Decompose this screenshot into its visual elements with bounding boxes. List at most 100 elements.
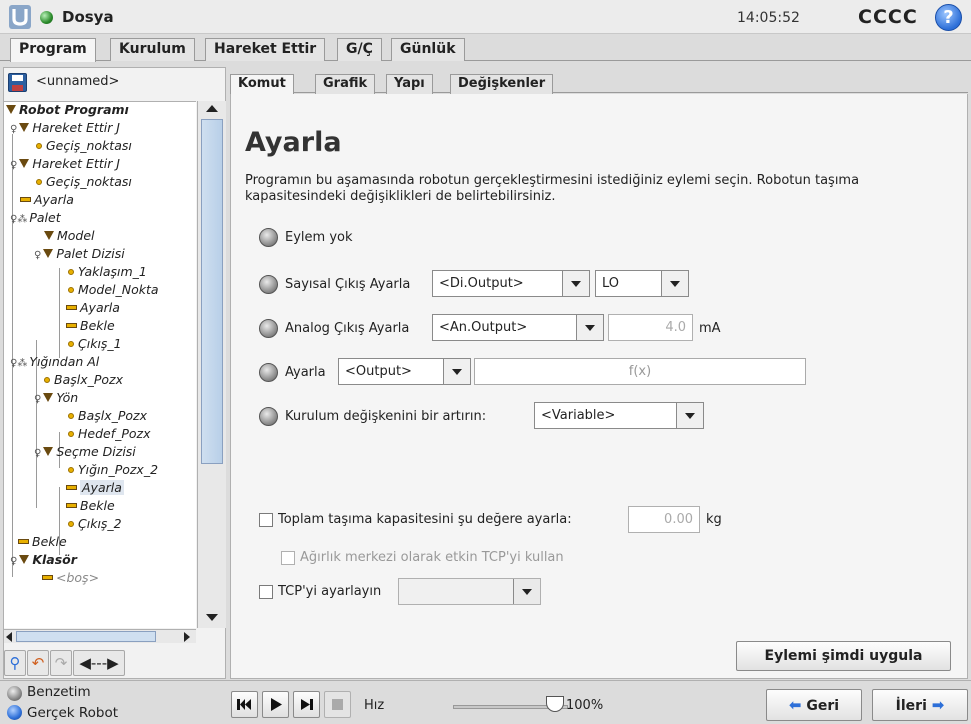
- triangle-icon: [19, 123, 30, 132]
- speed-label: Hız: [364, 698, 385, 713]
- program-tree[interactable]: Robot Programı ♀ Hareket Ettir J Geçiş_no…: [4, 101, 196, 628]
- tab-komut[interactable]: Komut: [230, 74, 294, 94]
- cog-checkbox[interactable]: [281, 551, 295, 565]
- scroll-right-icon[interactable]: [184, 632, 190, 642]
- scroll-up-icon[interactable]: [206, 105, 218, 112]
- set-icon: [20, 197, 31, 202]
- set-icon: [42, 575, 53, 580]
- analog-value-field[interactable]: 4.0: [608, 314, 693, 341]
- speed-slider-thumb[interactable]: [546, 696, 564, 712]
- apply-now-button[interactable]: Eylemi şimdi uygula: [736, 641, 951, 671]
- save-icon[interactable]: [8, 73, 27, 92]
- tab-grafik[interactable]: Grafik: [315, 74, 376, 94]
- undo-icon[interactable]: ↶: [27, 650, 49, 676]
- tab-hareket-ettir[interactable]: Hareket Ettir: [205, 38, 326, 61]
- tree-node[interactable]: Ayarla: [66, 300, 120, 316]
- tree-node[interactable]: Geçiş_noktası: [36, 138, 132, 154]
- search-icon[interactable]: ⚲: [4, 650, 26, 676]
- tab-kurulum[interactable]: Kurulum: [110, 38, 195, 61]
- program-name: <unnamed>: [36, 74, 120, 89]
- set-output-select[interactable]: <Output>: [338, 358, 471, 385]
- no-action-label: Eylem yok: [285, 230, 353, 245]
- tree-node[interactable]: Robot Programı: [6, 102, 129, 118]
- tree-node[interactable]: ♀⁂ Yığından Al: [10, 354, 99, 372]
- back-button[interactable]: ⬅ Geri: [766, 689, 862, 721]
- payload-field[interactable]: 0.00: [628, 506, 700, 533]
- radio-set-expression[interactable]: [259, 363, 278, 382]
- tree-node[interactable]: Bekle: [66, 318, 115, 334]
- tab-gc[interactable]: G/Ç: [337, 38, 382, 61]
- scroll-thumb[interactable]: [201, 119, 223, 464]
- triangle-icon: [43, 447, 54, 456]
- radio-digital-output[interactable]: [259, 275, 278, 294]
- play-button[interactable]: [262, 691, 289, 718]
- payload-checkbox[interactable]: [259, 513, 273, 527]
- digital-output-select[interactable]: <Di.Output>: [432, 270, 590, 297]
- tab-gunluk[interactable]: Günlük: [391, 38, 465, 61]
- arrow-right-icon: ➡: [931, 696, 945, 714]
- description-text: Programın bu aşamasında robotun gerçekle…: [245, 173, 860, 204]
- tree-node[interactable]: ♀ Yön: [34, 390, 78, 408]
- tree-node[interactable]: Bekle: [66, 498, 115, 514]
- tab-degiskenler[interactable]: Değişkenler: [450, 74, 554, 94]
- tree-node[interactable]: ♀ Seçme Dizisi: [34, 444, 136, 462]
- tcp-label: TCP'yi ayarlayın: [278, 584, 382, 599]
- real-robot-radio[interactable]: [7, 705, 22, 720]
- radio-increment-variable[interactable]: [259, 407, 278, 426]
- tab-program[interactable]: Program: [10, 38, 96, 62]
- increment-variable-select[interactable]: <Variable>: [534, 402, 704, 429]
- tree-node[interactable]: Geçiş_noktası: [36, 174, 132, 190]
- tree-node-selected[interactable]: Ayarla: [66, 480, 124, 496]
- tree-node[interactable]: Model: [44, 228, 95, 244]
- help-icon[interactable]: ?: [935, 4, 962, 31]
- waypoint-icon: [44, 377, 50, 383]
- tree-node[interactable]: Çıkış_1: [68, 336, 122, 352]
- tree-node[interactable]: Çıkış_2: [68, 516, 122, 532]
- scroll-down-icon[interactable]: [206, 614, 218, 621]
- tree-node[interactable]: ♀ Klasör: [10, 552, 77, 570]
- tree-node[interactable]: ♀ Hareket Ettir J: [10, 156, 120, 174]
- triangle-icon: [43, 393, 54, 402]
- redo-icon[interactable]: ↷: [50, 650, 72, 676]
- ur-logo-icon: [9, 5, 31, 29]
- payload-unit: kg: [706, 512, 722, 527]
- tree-node[interactable]: Hedef_Pozx: [68, 426, 151, 442]
- tcp-select[interactable]: [398, 578, 541, 605]
- move-node-icon[interactable]: ◀---▶: [73, 650, 125, 676]
- analog-unit: mA: [699, 321, 721, 336]
- tree-node[interactable]: Model_Nokta: [68, 282, 159, 298]
- waypoint-icon: [68, 521, 74, 527]
- chevron-down-icon: [443, 359, 470, 384]
- scroll-left-icon[interactable]: [6, 632, 12, 642]
- tree-node[interactable]: ♀ Palet Dizisi: [34, 246, 125, 264]
- command-panel: Komut Grafik Yapı Değişkenler Ayarla Pro…: [230, 67, 968, 679]
- tree-node[interactable]: <boş>: [42, 570, 99, 586]
- radio-no-action[interactable]: [259, 228, 278, 247]
- stop-button[interactable]: [324, 691, 351, 718]
- expression-field[interactable]: f(x): [474, 358, 806, 385]
- digital-value-select[interactable]: LO: [595, 270, 689, 297]
- tree-node[interactable]: Yaklaşım_1: [68, 264, 147, 280]
- tree-node[interactable]: Yığın_Pozx_2: [68, 462, 158, 478]
- file-menu[interactable]: Dosya: [62, 8, 114, 26]
- analog-output-select[interactable]: <An.Output>: [432, 314, 604, 341]
- tree-node[interactable]: ♀⁂ Palet: [10, 210, 61, 228]
- tree-horizontal-scrollbar[interactable]: [4, 629, 196, 643]
- step-button[interactable]: [293, 691, 320, 718]
- tcp-checkbox[interactable]: [259, 585, 273, 599]
- skip-back-button[interactable]: [231, 691, 258, 718]
- hscroll-thumb[interactable]: [16, 631, 156, 642]
- tree-node[interactable]: Başlx_Pozx: [44, 372, 123, 388]
- arrow-left-icon: ⬅: [788, 696, 802, 714]
- command-content: Ayarla Programın bu aşamasında robotun g…: [230, 94, 968, 679]
- tree-node[interactable]: Bekle: [18, 534, 67, 550]
- next-button[interactable]: İleri ➡: [872, 689, 968, 721]
- tab-yapi[interactable]: Yapı: [386, 74, 433, 94]
- tree-vertical-scrollbar[interactable]: [197, 101, 226, 628]
- tree-node[interactable]: Başlx_Pozx: [68, 408, 147, 424]
- real-robot-label: Gerçek Robot: [27, 705, 119, 721]
- radio-analog-output[interactable]: [259, 319, 278, 338]
- tree-node[interactable]: Ayarla: [20, 192, 74, 208]
- tree-node[interactable]: ♀ Hareket Ettir J: [10, 120, 120, 138]
- simulation-radio[interactable]: [7, 686, 22, 701]
